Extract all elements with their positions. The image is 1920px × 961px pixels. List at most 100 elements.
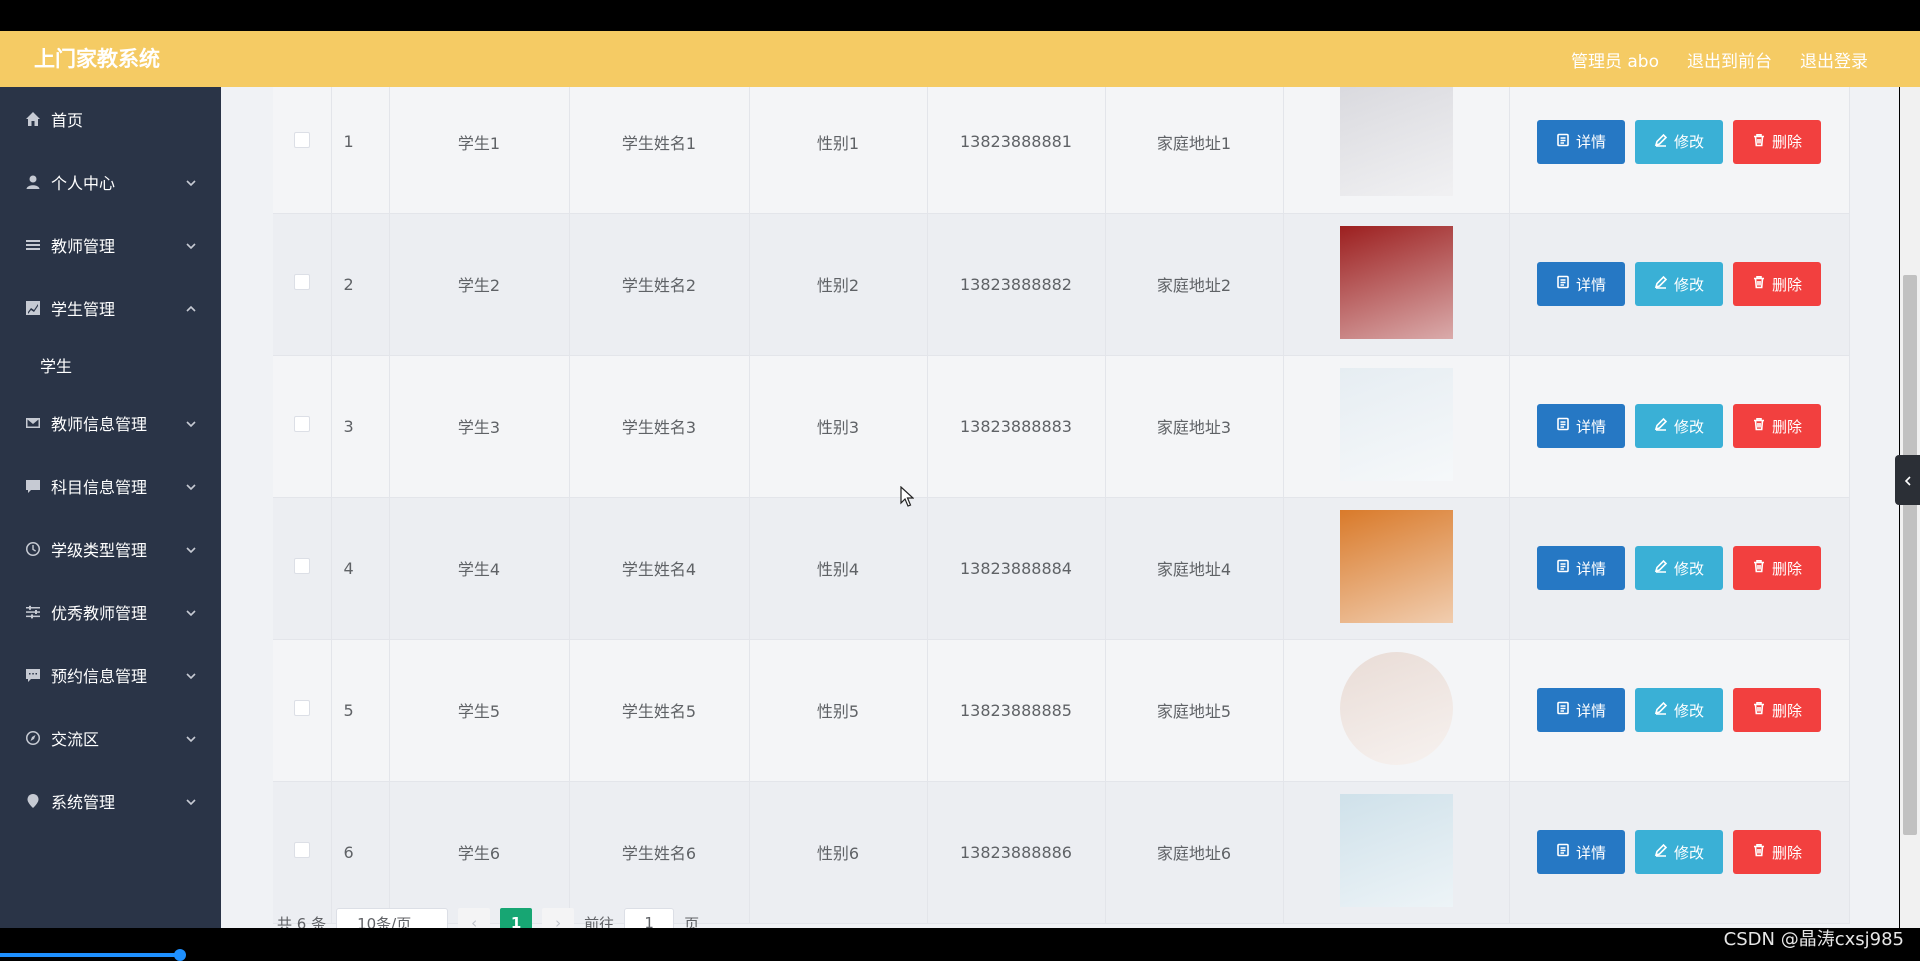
watermark-text: CSDN @晶涛cxsj985 bbox=[1723, 929, 1904, 950]
sidebar-item-subject-info-management[interactable]: 科目信息管理 bbox=[0, 454, 221, 517]
page-number-current[interactable]: 1 bbox=[500, 908, 533, 928]
chevron-down-icon bbox=[185, 415, 197, 428]
trash-icon bbox=[1752, 275, 1766, 293]
prev-page-button[interactable]: ‹ bbox=[458, 908, 491, 928]
sidebar-subitem-student[interactable]: 学生 bbox=[0, 339, 221, 391]
table-row: 4 学生4 学生姓名4 性别4 13823888884 家庭地址4 详情 修改 删除 bbox=[273, 497, 1850, 640]
clock-icon bbox=[24, 540, 42, 558]
detail-button[interactable]: 详情 bbox=[1537, 546, 1625, 590]
row-checkbox[interactable] bbox=[293, 700, 310, 716]
sidebar-item-label: 优秀教师管理 bbox=[51, 603, 148, 623]
student-gender: 性别1 bbox=[749, 87, 928, 214]
exit-to-frontend-link[interactable]: 退出到前台 bbox=[1687, 47, 1772, 72]
pencil-icon bbox=[1654, 559, 1668, 577]
row-index: 3 bbox=[331, 355, 390, 498]
chevron-down-icon bbox=[185, 541, 197, 554]
edit-label: 修改 bbox=[1673, 701, 1704, 720]
student-name: 学生姓名3 bbox=[569, 355, 750, 498]
row-checkbox[interactable] bbox=[293, 131, 310, 148]
next-page-button[interactable]: › bbox=[542, 908, 575, 928]
detail-button[interactable]: 详情 bbox=[1537, 119, 1625, 164]
delete-label: 删除 bbox=[1771, 843, 1802, 862]
student-account: 学生3 bbox=[389, 355, 570, 498]
sidebar-item-label: 学级类型管理 bbox=[51, 540, 148, 560]
edit-button[interactable]: 修改 bbox=[1635, 830, 1723, 874]
student-address: 家庭地址3 bbox=[1105, 355, 1284, 498]
chevron-down-icon bbox=[185, 604, 197, 617]
row-checkbox-cell bbox=[273, 355, 332, 498]
sidebar-item-forum[interactable]: 交流区 bbox=[0, 706, 221, 769]
page-size-select[interactable]: 10条/页 bbox=[336, 908, 449, 929]
chevron-down-icon bbox=[185, 174, 197, 187]
trash-icon bbox=[1752, 417, 1766, 435]
delete-button[interactable]: 删除 bbox=[1733, 119, 1821, 164]
row-checkbox[interactable] bbox=[293, 558, 310, 574]
pagination-total: 共 6 条 bbox=[277, 914, 327, 929]
scrollbar-thumb[interactable] bbox=[1903, 275, 1917, 835]
detail-button[interactable]: 详情 bbox=[1537, 830, 1625, 874]
row-actions: 详情 修改 删除 bbox=[1510, 262, 1850, 306]
collapse-drawer-button[interactable] bbox=[1895, 455, 1920, 505]
row-index: 2 bbox=[331, 213, 390, 356]
pagination: 共 6 条 10条/页 ‹ 1 › 前往 1 页 bbox=[277, 908, 699, 928]
app-title: 上门家教系统 bbox=[34, 47, 160, 71]
mail-icon bbox=[24, 414, 42, 432]
sidebar-item-student-management[interactable]: 学生管理 bbox=[0, 276, 221, 339]
vertical-scrollbar[interactable] bbox=[1900, 87, 1920, 928]
delete-button[interactable]: 删除 bbox=[1733, 262, 1821, 306]
delete-button[interactable]: 删除 bbox=[1733, 688, 1821, 732]
delete-label: 删除 bbox=[1771, 275, 1802, 294]
row-checkbox[interactable] bbox=[293, 274, 310, 290]
row-checkbox-cell bbox=[273, 639, 332, 782]
detail-label: 详情 bbox=[1575, 275, 1606, 294]
student-avatar bbox=[1339, 509, 1453, 623]
edit-button[interactable]: 修改 bbox=[1635, 688, 1723, 732]
student-name: 学生姓名4 bbox=[569, 497, 750, 640]
pencil-icon bbox=[1654, 843, 1668, 861]
sidebar-item-personal-center[interactable]: 个人中心 bbox=[0, 150, 221, 213]
row-actions: 详情 修改 删除 bbox=[1510, 688, 1850, 732]
sidebar-item-teacher-info-management[interactable]: 教师信息管理 bbox=[0, 391, 221, 454]
video-progress-bar[interactable] bbox=[0, 953, 180, 957]
detail-button[interactable]: 详情 bbox=[1537, 404, 1625, 448]
delete-button[interactable]: 删除 bbox=[1733, 830, 1821, 874]
main-content: 1 学生1 学生姓名1 性别1 13823888881 家庭地址1 详情 修改 删除 2 学生2 学生… bbox=[221, 87, 1899, 928]
edit-button[interactable]: 修改 bbox=[1635, 119, 1723, 164]
student-account: 学生6 bbox=[389, 781, 570, 924]
sidebar-item-excellent-teacher-management[interactable]: 优秀教师管理 bbox=[0, 580, 221, 643]
detail-button[interactable]: 详情 bbox=[1537, 262, 1625, 306]
home-icon bbox=[24, 110, 42, 128]
row-actions: 详情 修改 删除 bbox=[1510, 404, 1850, 448]
table-row: 5 学生5 学生姓名5 性别5 13823888885 家庭地址5 详情 修改 删除 bbox=[273, 639, 1850, 782]
detail-button[interactable]: 详情 bbox=[1537, 688, 1625, 732]
student-avatar-cell bbox=[1283, 497, 1510, 640]
student-phone: 13823888884 bbox=[927, 497, 1106, 640]
row-checkbox[interactable] bbox=[293, 842, 310, 858]
sidebar-item-home[interactable]: 首页 bbox=[0, 87, 221, 150]
student-avatar bbox=[1339, 651, 1453, 765]
list-icon bbox=[24, 236, 42, 254]
sidebar-item-system-management[interactable]: 系统管理 bbox=[0, 769, 221, 832]
student-address: 家庭地址2 bbox=[1105, 213, 1284, 356]
edit-button[interactable]: 修改 bbox=[1635, 546, 1723, 590]
delete-button[interactable]: 删除 bbox=[1733, 404, 1821, 448]
student-avatar bbox=[1339, 87, 1453, 197]
delete-button[interactable]: 删除 bbox=[1733, 546, 1821, 590]
pencil-icon bbox=[1654, 275, 1668, 293]
row-checkbox[interactable] bbox=[293, 416, 310, 432]
row-index: 1 bbox=[331, 87, 390, 214]
logout-link[interactable]: 退出登录 bbox=[1800, 47, 1868, 72]
sidebar-item-grade-type-management[interactable]: 学级类型管理 bbox=[0, 517, 221, 580]
row-actions: 详情 修改 删除 bbox=[1510, 546, 1850, 590]
sidebar-item-teacher-management[interactable]: 教师管理 bbox=[0, 213, 221, 276]
goto-page-input[interactable]: 1 bbox=[624, 908, 675, 928]
video-progress-handle[interactable] bbox=[174, 949, 186, 961]
student-gender: 性别6 bbox=[749, 781, 928, 924]
document-icon bbox=[1556, 559, 1570, 577]
edit-button[interactable]: 修改 bbox=[1635, 404, 1723, 448]
edit-button[interactable]: 修改 bbox=[1635, 262, 1723, 306]
sidebar-item-booking-info-management[interactable]: 预约信息管理 bbox=[0, 643, 221, 706]
student-address: 家庭地址5 bbox=[1105, 639, 1284, 782]
page-size-value: 10条/页 bbox=[357, 914, 412, 929]
student-name: 学生姓名2 bbox=[569, 213, 750, 356]
